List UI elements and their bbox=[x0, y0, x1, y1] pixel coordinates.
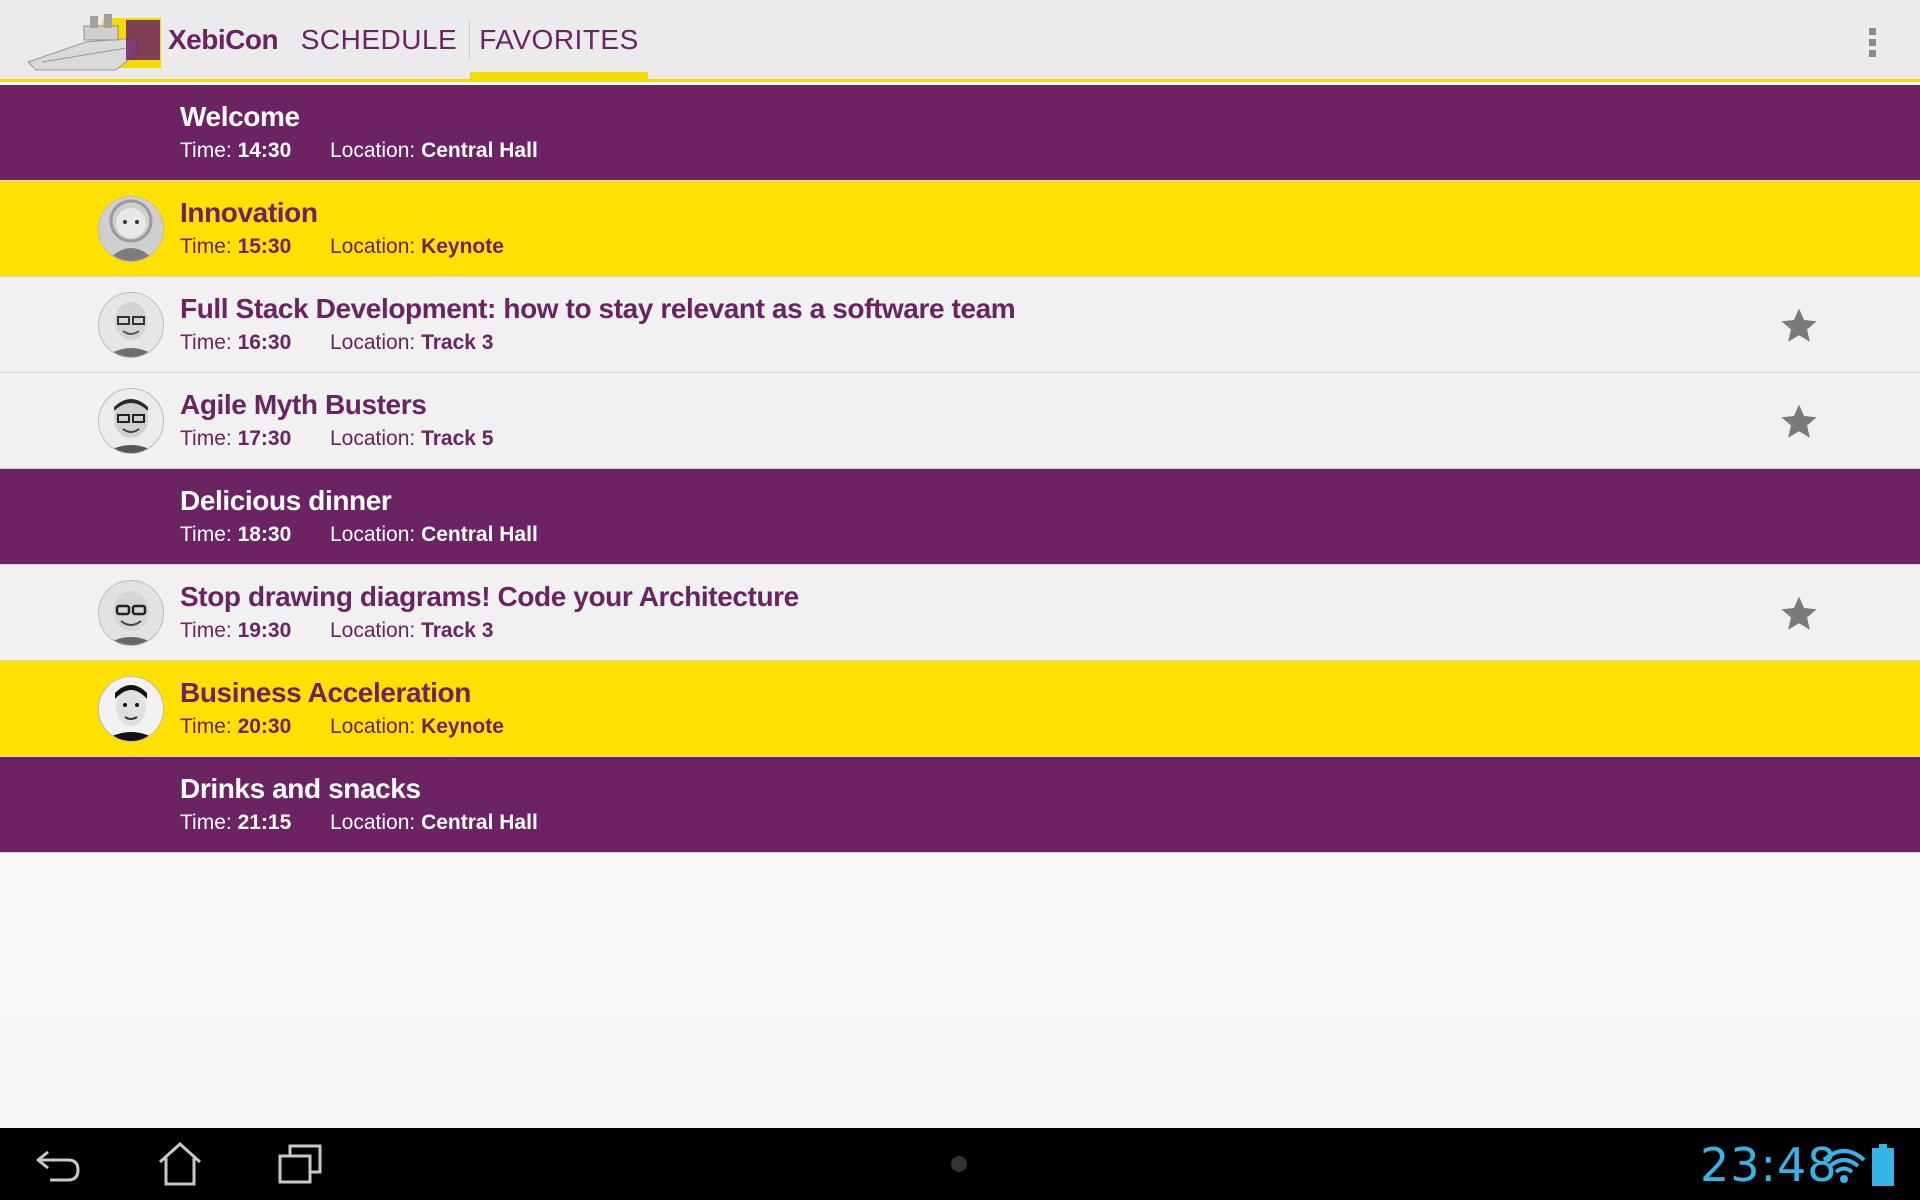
speaker-avatar bbox=[99, 293, 163, 357]
time-label: Time: bbox=[180, 715, 232, 738]
time-label: Time: bbox=[180, 811, 232, 834]
session-title: Welcome bbox=[180, 101, 300, 132]
session-time: 21:15 bbox=[237, 811, 292, 834]
session-meta: Time: 20:30 Location: Keynote bbox=[180, 715, 504, 739]
session-location: Track 3 bbox=[421, 331, 494, 354]
session-row-welcome[interactable]: Welcome Time: 14:30 Location: Central Ha… bbox=[0, 85, 1920, 181]
session-time: 17:30 bbox=[237, 427, 292, 450]
session-location: Central Hall bbox=[421, 523, 538, 546]
time-label: Time: bbox=[180, 331, 232, 354]
session-title: Stop drawing diagrams! Code your Archite… bbox=[180, 581, 799, 612]
home-icon[interactable] bbox=[150, 1138, 210, 1190]
location-label: Location: bbox=[330, 331, 416, 354]
session-location: Central Hall bbox=[421, 811, 538, 834]
system-nav-bar: 23:48 bbox=[0, 1128, 1920, 1200]
session-meta: Time: 16:30 Location: Track 3 bbox=[180, 331, 493, 355]
star-icon[interactable] bbox=[1778, 401, 1820, 443]
session-row-delicious-dinner[interactable]: Delicious dinner Time: 18:30 Location: C… bbox=[0, 469, 1920, 565]
session-meta: Time: 19:30 Location: Track 3 bbox=[180, 619, 493, 643]
overflow-menu-icon[interactable] bbox=[1852, 22, 1892, 62]
time-label: Time: bbox=[180, 523, 232, 546]
session-time: 18:30 bbox=[237, 523, 292, 546]
location-label: Location: bbox=[330, 139, 416, 162]
session-row-business-acceleration[interactable]: Business Acceleration Time: 20:30 Locati… bbox=[0, 661, 1920, 757]
speaker-avatar bbox=[99, 677, 163, 741]
session-row-full-stack[interactable]: Full Stack Development: how to stay rele… bbox=[0, 277, 1920, 373]
session-time: 16:30 bbox=[237, 331, 292, 354]
location-label: Location: bbox=[330, 811, 416, 834]
session-time: 20:30 bbox=[237, 715, 292, 738]
session-row-agile-myth-busters[interactable]: Agile Myth Busters Time: 17:30 Location:… bbox=[0, 373, 1920, 469]
session-title: Agile Myth Busters bbox=[180, 389, 427, 420]
session-time: 19:30 bbox=[237, 619, 292, 642]
location-label: Location: bbox=[330, 619, 416, 642]
session-row-drinks-and-snacks[interactable]: Drinks and snacks Time: 21:15 Location: … bbox=[0, 757, 1920, 853]
time-label: Time: bbox=[180, 427, 232, 450]
time-label: Time: bbox=[180, 619, 232, 642]
location-label: Location: bbox=[330, 235, 416, 258]
location-label: Location: bbox=[330, 715, 416, 738]
star-icon[interactable] bbox=[1778, 593, 1820, 635]
tab-schedule[interactable]: SCHEDULE bbox=[290, 0, 468, 79]
session-title: Delicious dinner bbox=[180, 485, 392, 516]
session-location: Central Hall bbox=[421, 139, 538, 162]
session-meta: Time: 18:30 Location: Central Hall bbox=[180, 523, 538, 547]
session-title: Full Stack Development: how to stay rele… bbox=[180, 293, 1016, 324]
location-label: Location: bbox=[330, 523, 416, 546]
session-location: Track 5 bbox=[421, 427, 494, 450]
session-row-stop-drawing-diagrams[interactable]: Stop drawing diagrams! Code your Archite… bbox=[0, 565, 1920, 661]
session-meta: Time: 21:15 Location: Central Hall bbox=[180, 811, 538, 835]
back-icon[interactable] bbox=[30, 1138, 90, 1190]
session-title: Business Acceleration bbox=[180, 677, 471, 708]
speaker-avatar bbox=[99, 581, 163, 645]
session-location: Track 3 bbox=[421, 619, 494, 642]
action-bar: XebiCon SCHEDULE FAVORITES bbox=[0, 0, 1920, 82]
app-title: XebiCon bbox=[168, 24, 279, 55]
session-location: Keynote bbox=[421, 235, 504, 258]
recent-apps-icon[interactable] bbox=[270, 1138, 330, 1190]
speaker-avatar bbox=[99, 197, 163, 261]
session-meta: Time: 15:30 Location: Keynote bbox=[180, 235, 504, 259]
nav-indicator-dot bbox=[951, 1156, 967, 1172]
battery-icon bbox=[1872, 1144, 1894, 1186]
speaker-avatar bbox=[99, 389, 163, 453]
time-label: Time: bbox=[180, 139, 232, 162]
session-meta: Time: 14:30 Location: Central Hall bbox=[180, 139, 538, 163]
ship-logo-icon[interactable] bbox=[26, 8, 166, 74]
session-time: 14:30 bbox=[237, 139, 292, 162]
time-label: Time: bbox=[180, 235, 232, 258]
session-location: Keynote bbox=[421, 715, 504, 738]
tab-favorites[interactable]: FAVORITES bbox=[470, 0, 648, 79]
session-list: Welcome Time: 14:30 Location: Central Ha… bbox=[0, 85, 1920, 853]
location-label: Location: bbox=[330, 427, 416, 450]
session-title: Innovation bbox=[180, 197, 318, 228]
session-row-innovation[interactable]: Innovation Time: 15:30 Location: Keynote bbox=[0, 181, 1920, 277]
session-title: Drinks and snacks bbox=[180, 773, 421, 804]
wifi-icon bbox=[1822, 1149, 1866, 1183]
session-meta: Time: 17:30 Location: Track 5 bbox=[180, 427, 493, 451]
session-time: 15:30 bbox=[237, 235, 292, 258]
star-icon[interactable] bbox=[1778, 305, 1820, 347]
status-clock: 23:48 bbox=[1700, 1138, 1838, 1192]
